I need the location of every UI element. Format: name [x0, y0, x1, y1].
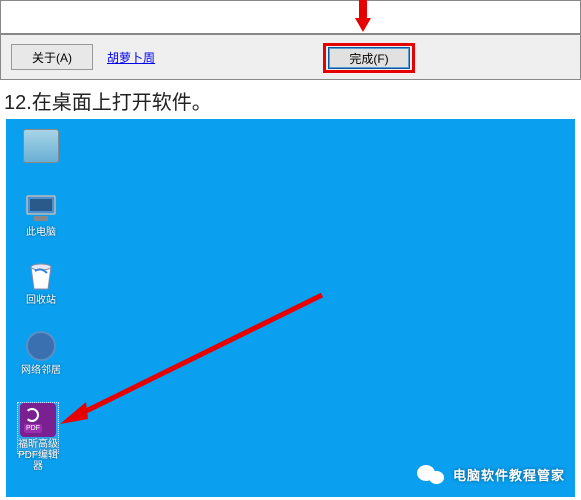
desktop-icon-thispc[interactable]: 此电脑 — [18, 191, 64, 238]
wechat-icon — [417, 463, 447, 485]
user-folder-icon — [23, 129, 59, 163]
watermark-text: 电脑软件教程管家 — [453, 465, 565, 484]
instruction-text: 12.在桌面上打开软件。 — [0, 80, 581, 119]
carrot-link[interactable]: 胡萝卜周 — [107, 49, 155, 66]
desktop-screenshot: 此电脑 回收站 网络邻居 福昕高级PDF编辑器 电脑软件教程管家 — [6, 119, 575, 497]
desktop-icon-user[interactable] — [18, 129, 64, 165]
icon-label: 此电脑 — [18, 227, 64, 238]
watermark: 电脑软件教程管家 — [417, 463, 565, 485]
finish-button[interactable]: 完成(F) — [328, 47, 410, 69]
arrow-down-red — [353, 0, 373, 32]
icon-label: 福昕高级PDF编辑器 — [16, 439, 60, 472]
computer-icon — [23, 191, 59, 225]
finish-button-highlight: 完成(F) — [323, 43, 415, 73]
about-button[interactable]: 关于(A) — [11, 44, 93, 70]
dialog-footer: 关于(A) 胡萝卜周 完成(F) — [0, 34, 581, 80]
arrow-red-to-icon — [50, 287, 330, 437]
dialog-body-empty — [0, 0, 581, 34]
